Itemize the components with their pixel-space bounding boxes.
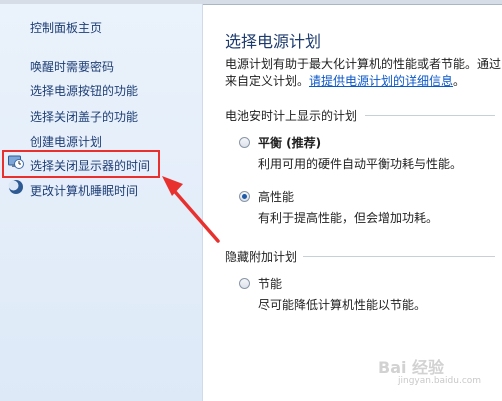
plan-label-high-performance[interactable]: 高性能	[258, 188, 294, 205]
description-line-1: 电源计划有助于最大化计算机的性能或者节能。通过	[225, 57, 502, 71]
main-content: 选择电源计划 电源计划有助于最大化计算机的性能或者节能。通过 来自定义计划。请提…	[203, 4, 502, 401]
sidebar-item-power-button[interactable]: 选择电源按钮的功能	[30, 82, 138, 99]
plan-label-power-saver[interactable]: 节能	[258, 275, 282, 292]
group-divider	[303, 256, 495, 257]
sidebar-item-close-lid[interactable]: 选择关闭盖子的功能	[30, 108, 138, 125]
sidebar: 控制面板主页 唤醒时需要密码 选择电源按钮的功能 选择关闭盖子的功能 创建电源计…	[0, 4, 203, 401]
page-title: 选择电源计划	[225, 32, 322, 51]
group-title-battery-meter: 电池安时计上显示的计划	[225, 109, 358, 123]
page-description: 电源计划有助于最大化计算机的性能或者节能。通过 来自定义计划。请提供电源计划的详…	[225, 56, 502, 90]
plan-radio-power-saver[interactable]	[239, 278, 250, 289]
sidebar-item-sleep-time[interactable]: 更改计算机睡眠时间	[30, 182, 138, 199]
plan-desc-power-saver: 尽可能降低计算机性能以节能。	[258, 298, 427, 312]
sidebar-item-create-plan[interactable]: 创建电源计划	[30, 133, 102, 150]
plan-radio-balanced[interactable]	[239, 137, 250, 148]
plan-details-link[interactable]: 请提供电源计划的详细信息	[309, 74, 453, 88]
group-divider	[365, 115, 495, 116]
moon-icon	[8, 180, 23, 194]
plan-radio-high-performance[interactable]	[239, 191, 250, 202]
description-line-2: 来自定义计划。请提供电源计划的详细信息。	[225, 73, 502, 90]
sidebar-item-wake-password[interactable]: 唤醒时需要密码	[30, 58, 114, 75]
plan-desc-balanced: 利用可用的硬件自动平衡功耗与性能。	[258, 157, 463, 171]
description-suffix: 。	[453, 74, 466, 88]
description-prefix: 来自定义计划。	[225, 74, 310, 88]
plan-label-balanced[interactable]: 平衡 (推荐)	[258, 134, 321, 151]
plan-desc-high-performance: 有利于提高性能，但会增加功耗。	[258, 211, 439, 225]
annotation-highlight-box	[2, 150, 160, 178]
sidebar-home-link[interactable]: 控制面板主页	[30, 19, 102, 36]
group-title-hidden-plans[interactable]: 隐藏附加计划	[225, 248, 297, 265]
